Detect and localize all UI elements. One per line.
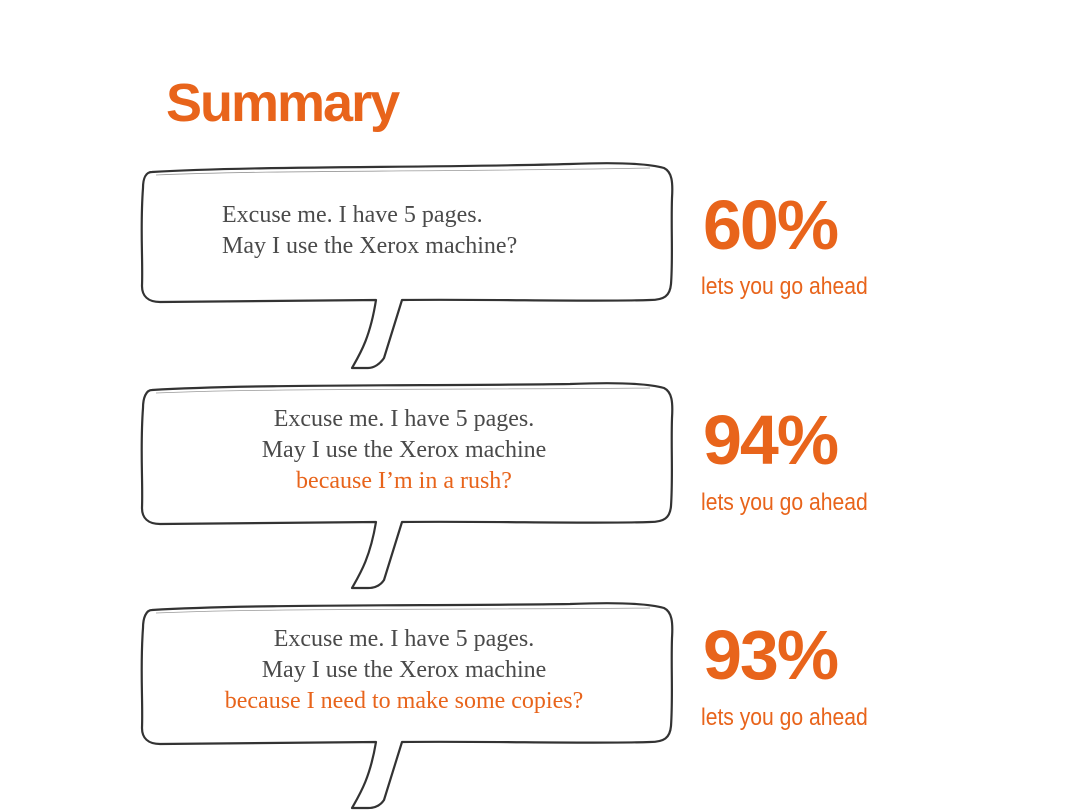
speech-bubble-1 <box>140 162 674 370</box>
bubble-1-line-1: Excuse me. I have 5 pages. <box>222 202 483 228</box>
bubble-2-reason: because I’m in a rush? <box>296 468 512 494</box>
percent-1: 60% <box>703 186 839 264</box>
bubble-3-text: Excuse me. I have 5 pages. May I use the… <box>144 624 664 717</box>
caption-2: lets you go ahead <box>701 489 868 516</box>
page-title: Summary <box>166 73 400 133</box>
bubble-3-line-2: May I use the Xerox machine <box>261 657 547 683</box>
caption-1: lets you go ahead <box>701 273 868 300</box>
slide: Summary Excuse me. I have 5 pages. May I… <box>0 0 1080 810</box>
bubble-1-text: Excuse me. I have 5 pages. May I use the… <box>144 200 664 262</box>
bubble-3-line-1: Excuse me. I have 5 pages. <box>273 626 535 652</box>
percent-2: 94% <box>703 401 839 479</box>
bubble-1-line-2: May I use the Xerox machine? <box>222 233 518 259</box>
bubble-2-text: Excuse me. I have 5 pages. May I use the… <box>144 404 664 497</box>
bubble-2-line-1: Excuse me. I have 5 pages. <box>273 406 535 432</box>
bubble-3-reason: because I need to make some copies? <box>224 688 584 714</box>
caption-3: lets you go ahead <box>701 704 868 731</box>
percent-3: 93% <box>703 616 839 694</box>
bubble-2-line-2: May I use the Xerox machine <box>261 437 547 463</box>
